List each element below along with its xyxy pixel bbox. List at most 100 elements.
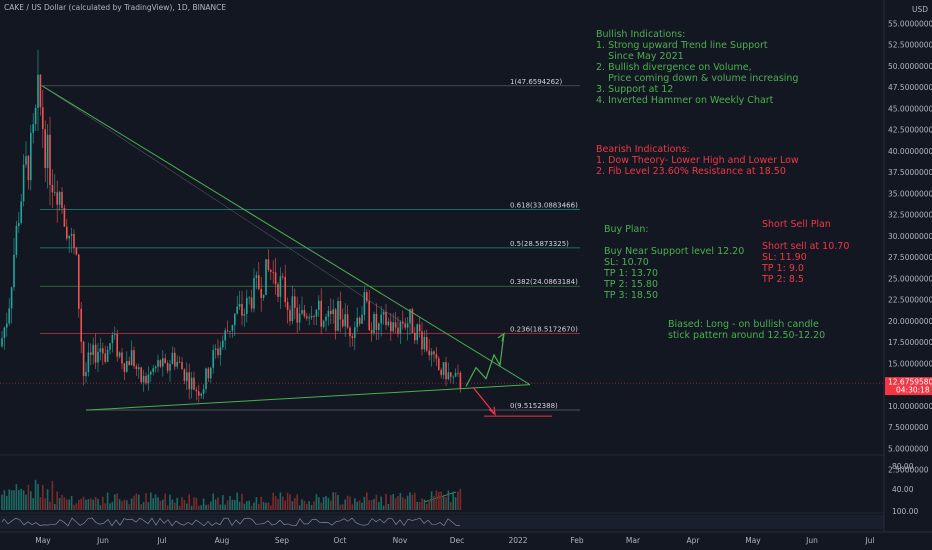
time-tick: Jun xyxy=(96,536,109,545)
price-tick: 25.0000000 xyxy=(888,274,932,283)
volume-bar xyxy=(370,499,373,510)
candle-body xyxy=(375,313,378,330)
volume-bar xyxy=(85,499,87,510)
time-axis[interactable]: May Jun Jul Aug Sep Oct Nov Dec 2022 Feb Mar Apr May… xyxy=(0,531,932,545)
candle-body xyxy=(238,303,241,307)
candle-body xyxy=(334,309,337,331)
volume-bar xyxy=(162,499,164,510)
fib-label: 0.618(33.0883466) xyxy=(510,202,578,210)
time-tick: May xyxy=(745,536,761,545)
oscillator-band xyxy=(0,515,884,529)
volume-bar xyxy=(205,504,207,510)
candle-body xyxy=(102,348,104,354)
volume-bar xyxy=(354,498,356,510)
volume-bar xyxy=(318,497,320,510)
candle-body xyxy=(145,375,147,384)
candle-body xyxy=(3,327,6,339)
volume-bar xyxy=(104,503,106,510)
volume-bar xyxy=(246,501,248,510)
volume-bar xyxy=(409,492,411,510)
bearish-notes[interactable]: Bearish Indications: 1. Dow Theory- Lowe… xyxy=(596,144,799,177)
volume-bar xyxy=(30,491,32,510)
volume-bar xyxy=(423,499,426,510)
candle-body xyxy=(63,207,66,227)
candle-body xyxy=(205,368,207,390)
candle-body xyxy=(229,330,231,332)
price-tick: 47.5000000 xyxy=(888,83,932,92)
volume-bar xyxy=(56,491,58,510)
volume-bar xyxy=(375,494,378,510)
volume-bar xyxy=(385,493,387,510)
candle-body xyxy=(39,74,42,108)
volume-bar xyxy=(190,505,193,510)
volume-bar xyxy=(150,492,152,510)
fib-diagonal xyxy=(41,85,401,322)
candle-body xyxy=(277,284,279,297)
volume-bar xyxy=(253,502,255,510)
price-axis[interactable]: USD 55.0000000 52.5000000 50.0000000 47.5000… xyxy=(883,0,932,532)
volume-bar xyxy=(54,504,56,510)
candle-body xyxy=(198,391,200,396)
candle-body xyxy=(399,321,402,334)
price-tick: 27.5000000 xyxy=(888,253,932,262)
volume-bar xyxy=(99,505,102,510)
candle-body xyxy=(212,349,214,368)
candle-body xyxy=(279,276,282,297)
volume-bar xyxy=(63,497,66,510)
candle-body xyxy=(325,316,327,321)
volume-bar xyxy=(166,505,169,510)
volume-bar xyxy=(337,494,339,510)
volume-bar xyxy=(111,501,114,510)
volume-bar xyxy=(51,481,54,510)
volume-bar xyxy=(296,494,298,510)
candle-body xyxy=(25,156,27,165)
candle-body xyxy=(447,372,450,380)
time-tick: Mar xyxy=(626,536,641,545)
volume-bar xyxy=(224,504,226,510)
candle-body xyxy=(44,129,46,168)
chart-title: CAKE / US Dollar (calculated by TradingV… xyxy=(4,3,227,12)
volume-bar xyxy=(42,485,44,510)
volume-bar xyxy=(126,500,128,510)
volume-bar xyxy=(8,489,10,510)
candle-body xyxy=(430,351,433,356)
volume-bar xyxy=(217,497,219,510)
candle-body xyxy=(318,300,320,310)
volume-bar xyxy=(421,498,423,510)
volume-bar xyxy=(301,499,303,510)
volume-bar xyxy=(39,497,42,510)
bias-notes[interactable]: Biased: Long - on bullish candle stick p… xyxy=(668,319,825,341)
candle-body xyxy=(284,276,286,303)
candle-body xyxy=(174,352,176,367)
volume-bar xyxy=(195,497,198,510)
candle-body xyxy=(313,315,315,317)
candle-body xyxy=(262,294,265,298)
candle-body xyxy=(219,347,222,356)
volume-bar xyxy=(181,497,183,510)
candle-body xyxy=(363,292,366,315)
candle-body xyxy=(250,297,253,309)
volume-bar xyxy=(258,504,260,510)
candle-body xyxy=(109,343,111,350)
volume-bar xyxy=(121,501,123,510)
candle-body xyxy=(99,348,102,352)
volume-bar xyxy=(418,502,421,510)
candle-body xyxy=(260,289,262,298)
short-plan-notes[interactable]: Short Sell Plan Short sell at 10.70 SL: … xyxy=(762,219,849,285)
volume-bar xyxy=(212,493,214,510)
candle-body xyxy=(169,363,171,371)
candle-body xyxy=(123,363,126,372)
candle-body xyxy=(426,336,428,351)
candle-body xyxy=(128,361,130,366)
candle-body xyxy=(54,192,56,194)
bullish-notes[interactable]: Bullish Indications: 1. Strong upward Tr… xyxy=(596,29,798,106)
candle-body xyxy=(368,301,370,331)
candle-body xyxy=(18,222,20,227)
time-tick: Nov xyxy=(393,536,408,545)
volume-bar xyxy=(428,499,430,510)
candle-body xyxy=(248,297,250,299)
volume-bar xyxy=(272,492,274,510)
buy-plan-notes[interactable]: Buy Plan: Buy Near Support level 12.20 S… xyxy=(604,224,744,301)
volume-bar xyxy=(70,495,73,510)
volume-bar xyxy=(349,496,351,510)
